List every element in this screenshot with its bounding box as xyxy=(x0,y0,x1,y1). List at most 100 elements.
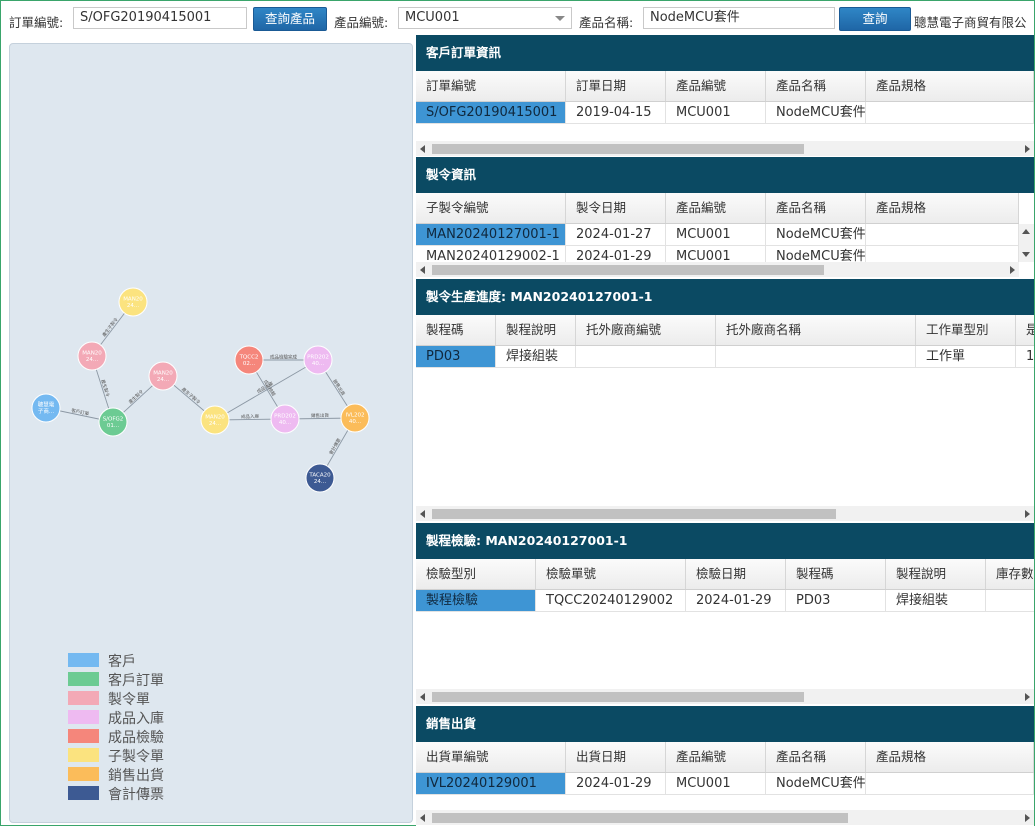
graph-node[interactable]: MAN2024... xyxy=(77,341,107,371)
graph-node-label: MAN20 xyxy=(205,415,225,421)
graph-node[interactable]: IVL20240... xyxy=(340,403,370,433)
table-cell: 焊接組裝 xyxy=(886,590,986,612)
column-header[interactable]: 工作單型別 xyxy=(916,315,1016,345)
column-header[interactable]: 檢驗單號 xyxy=(536,559,686,589)
table-cell: 製程檢驗 xyxy=(416,590,536,612)
scroll-left-icon[interactable] xyxy=(420,266,425,274)
column-header[interactable]: 庫存數 xyxy=(986,559,1034,589)
scroll-thumb[interactable] xyxy=(432,265,824,275)
graph-node-label: 24... xyxy=(86,357,98,363)
table-cell: MCU001 xyxy=(666,224,766,246)
column-header[interactable]: 產品規格 xyxy=(866,193,1019,223)
table-cell: S/OFG20190415001 xyxy=(416,102,566,124)
scroll-right-icon[interactable] xyxy=(1025,814,1030,822)
horizontal-scrollbar[interactable] xyxy=(416,262,1019,277)
column-header[interactable]: 製程碼 xyxy=(786,559,886,589)
scroll-left-icon[interactable] xyxy=(420,145,425,153)
query-button[interactable]: 查詢 xyxy=(839,7,911,31)
relation-graph[interactable]: 客戶訂單 產生製令 產生子製令 產生製令 產生子製令 成品入庫 成品入庫 成品檢驗完成 成品檢驗… xyxy=(9,43,413,823)
column-header[interactable]: 托外廠商名稱 xyxy=(716,315,916,345)
column-header[interactable]: 檢驗型別 xyxy=(416,559,536,589)
graph-node[interactable]: TACA2024... xyxy=(305,463,335,493)
scroll-right-icon[interactable] xyxy=(1010,266,1015,274)
table-row[interactable]: MAN20240127001-1 2024-01-27 MCU001 NodeMCU套… xyxy=(416,224,1019,246)
section-title: 製令生產進度: MAN20240127001-1 xyxy=(416,279,1034,315)
legend-label: 製令單 xyxy=(108,692,150,708)
column-header[interactable]: 產品規格 xyxy=(866,742,1034,772)
column-header[interactable]: 產品名稱 xyxy=(766,742,866,772)
scroll-thumb[interactable] xyxy=(432,813,848,823)
column-header[interactable]: 子製令編號 xyxy=(416,193,566,223)
column-header[interactable]: 產品編號 xyxy=(666,742,766,772)
product-no-select[interactable]: MCU001 xyxy=(398,7,572,29)
table-cell: 焊接組裝 xyxy=(496,346,576,368)
graph-edge-label: 會計傳票 xyxy=(327,437,342,457)
scroll-thumb[interactable] xyxy=(432,509,836,519)
column-header[interactable]: 產品規格 xyxy=(866,71,1034,101)
query-product-button[interactable]: 查詢產品 xyxy=(253,7,327,31)
table-cell xyxy=(576,346,716,368)
scroll-right-icon[interactable] xyxy=(1025,693,1030,701)
column-header[interactable]: 產品名稱 xyxy=(766,71,866,101)
column-header[interactable]: 製程碼 xyxy=(416,315,496,345)
table-row[interactable]: S/OFG20190415001 2019-04-15 MCU001 NodeMCU套… xyxy=(416,102,1034,124)
legend-swatch xyxy=(68,748,99,762)
vertical-scrollbar[interactable] xyxy=(1019,224,1034,262)
product-name-input[interactable]: NodeMCU套件 xyxy=(643,7,835,29)
graph-edge-label: 產生製令 xyxy=(99,378,111,398)
process-inspect-section: 製程檢驗: MAN20240127001-1 檢驗型別 檢驗單號 檢驗日期 製程碼 製程說… xyxy=(416,523,1034,706)
graph-node[interactable]: TQCC202... xyxy=(234,345,264,375)
table-row[interactable]: 製程檢驗 TQCC20240129002 2024-01-29 PD03 焊接組裝 xyxy=(416,590,1034,612)
column-header[interactable]: 檢驗日期 xyxy=(686,559,786,589)
graph-node[interactable]: 聰慧電子商... xyxy=(31,393,61,423)
table-row[interactable]: PD03 焊接組裝 工作單 1 xyxy=(416,346,1034,368)
app-window: 訂單編號: S/OFG20190415001 查詢產品 產品編號: MCU001… xyxy=(0,0,1035,826)
horizontal-scrollbar[interactable] xyxy=(416,141,1034,156)
graph-node-label: PRD202 xyxy=(307,355,329,361)
legend-label: 成品入庫 xyxy=(108,711,164,727)
horizontal-scrollbar[interactable] xyxy=(416,810,1034,825)
horizontal-scrollbar[interactable] xyxy=(416,689,1034,704)
column-header[interactable]: 托外廠商編號 xyxy=(576,315,716,345)
mo-info-section: 製令資訊 子製令編號 製令日期 產品編號 產品名稱 產品規格 MAN20240127001-… xyxy=(416,157,1034,279)
graph-node[interactable]: S/OFG201... xyxy=(98,407,128,437)
graph-canvas[interactable]: 客戶訂單產生製令產生子製令產生製令 產生子製令成品入庫成品入庫成品檢驗完成成品檢驗… xyxy=(10,44,412,822)
table-cell: 2024-01-29 xyxy=(566,773,666,795)
legend-swatch xyxy=(68,729,99,743)
scroll-left-icon[interactable] xyxy=(420,693,425,701)
graph-node[interactable]: PRD20240... xyxy=(270,404,300,434)
scroll-left-icon[interactable] xyxy=(420,510,425,518)
column-header[interactable]: 訂單編號 xyxy=(416,71,566,101)
table-cell: 1 xyxy=(1016,346,1034,368)
table-row[interactable]: IVL20240129001 2024-01-29 MCU001 NodeMCU套件 xyxy=(416,773,1034,795)
graph-node[interactable]: MAN2024... xyxy=(200,405,230,435)
column-header[interactable]: 產品編號 xyxy=(666,71,766,101)
column-header[interactable]: 產品編號 xyxy=(666,193,766,223)
legend-label: 客戶 xyxy=(108,654,136,670)
table-cell xyxy=(866,102,1034,124)
order-no-input[interactable]: S/OFG20190415001 xyxy=(73,7,247,29)
graph-node[interactable]: PRD20240... xyxy=(303,345,333,375)
column-header[interactable]: 製程說明 xyxy=(496,315,576,345)
column-header[interactable]: 製令日期 xyxy=(566,193,666,223)
scroll-right-icon[interactable] xyxy=(1025,510,1030,518)
horizontal-scrollbar[interactable] xyxy=(416,506,1034,521)
scroll-thumb[interactable] xyxy=(432,144,804,154)
scroll-down-icon[interactable] xyxy=(1022,252,1030,257)
graph-node[interactable]: MAN2024... xyxy=(118,287,148,317)
column-header[interactable]: 出貨單編號 xyxy=(416,742,566,772)
scroll-right-icon[interactable] xyxy=(1025,145,1030,153)
column-header[interactable]: 產品名稱 xyxy=(766,193,866,223)
table-cell: 2024-01-29 xyxy=(686,590,786,612)
column-header[interactable]: 是 xyxy=(1016,315,1034,345)
column-header[interactable]: 製程說明 xyxy=(886,559,986,589)
scroll-left-icon[interactable] xyxy=(420,814,425,822)
scroll-thumb[interactable] xyxy=(432,692,804,702)
graph-node[interactable]: MAN2024... xyxy=(148,361,178,391)
section-title: 製令資訊 xyxy=(416,157,1034,193)
column-header[interactable]: 出貨日期 xyxy=(566,742,666,772)
graph-edge-label: 產生子製令 xyxy=(101,316,120,339)
table-cell: PD03 xyxy=(786,590,886,612)
scroll-up-icon[interactable] xyxy=(1022,229,1030,234)
column-header[interactable]: 訂單日期 xyxy=(566,71,666,101)
